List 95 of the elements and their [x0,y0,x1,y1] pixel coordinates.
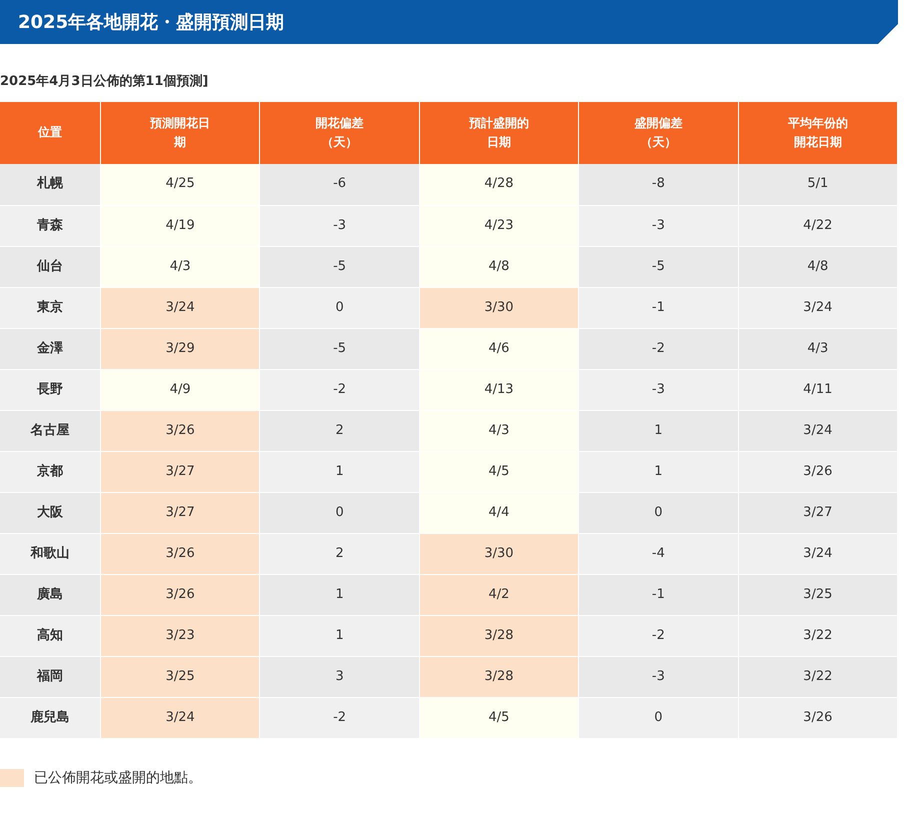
date-cell: 4/28 [419,164,579,205]
location-cell: 仙台 [0,246,100,287]
date-cell: 3/27 [100,492,260,533]
location-cell: 和歌山 [0,533,100,574]
column-header: 預測開花日期 [149,114,212,151]
page-title: 2025年各地開花・盛開預測日期 [18,11,284,34]
table-cell: 1 [260,574,420,615]
location-cell: 京都 [0,451,100,492]
date-cell: 3/27 [100,451,260,492]
table-cell: 4/8 [738,246,898,287]
table-cell: 0 [260,287,420,328]
legend-text: 已公佈開花或盛開的地點。 [34,768,202,786]
location-cell: 東京 [0,287,100,328]
date-cell: 4/9 [100,369,260,410]
table-cell: 4/3 [738,328,898,369]
table-cell: 0 [578,492,738,533]
date-cell: 4/3 [419,410,579,451]
column-header: 開花偏差（天） [314,114,365,151]
date-cell: 4/8 [419,246,579,287]
table-cell: -2 [260,697,420,738]
table-cell: 3/24 [738,410,898,451]
table-cell: 0 [578,697,738,738]
location-cell: 金澤 [0,328,100,369]
table-cell: 2 [260,533,420,574]
column-header: 位置 [38,124,62,142]
date-cell: 4/3 [100,246,260,287]
date-cell: 3/23 [100,615,260,656]
table-cell: -6 [260,164,420,205]
location-cell: 大阪 [0,492,100,533]
table-cell: 4/11 [738,369,898,410]
date-cell: 3/24 [100,697,260,738]
table-cell: 3/22 [738,615,898,656]
table-cell: 3/26 [738,697,898,738]
date-cell: 4/13 [419,369,579,410]
table-cell: -1 [578,287,738,328]
date-cell: 3/24 [100,287,260,328]
table-cell: 3/25 [738,574,898,615]
table-cell: 3 [260,656,420,697]
column-header: 預計盛開的日期 [468,114,530,151]
table-cell: 4/22 [738,205,898,246]
date-cell: 3/28 [419,656,579,697]
date-cell: 3/26 [100,410,260,451]
table-cell: 3/22 [738,656,898,697]
table-cell: -2 [578,328,738,369]
location-cell: 札幌 [0,164,100,205]
location-cell: 高知 [0,615,100,656]
location-cell: 名古屋 [0,410,100,451]
forecast-subtitle: 2025年4月3日公佈的第11個預測] [0,73,210,90]
location-cell: 廣島 [0,574,100,615]
table-cell: -3 [578,205,738,246]
table-cell: -2 [260,369,420,410]
table-cell: -3 [260,205,420,246]
location-cell: 青森 [0,205,100,246]
table-cell: 1 [578,451,738,492]
date-cell: 4/25 [100,164,260,205]
location-cell: 鹿兒島 [0,697,100,738]
table-cell: -8 [578,164,738,205]
legend-swatch [0,768,24,786]
date-cell: 3/30 [419,533,579,574]
date-cell: 4/5 [419,697,579,738]
table-cell: 3/24 [738,287,898,328]
table-cell: 1 [260,451,420,492]
corner-notch [878,24,898,44]
date-cell: 4/5 [419,451,579,492]
table-cell: -3 [578,369,738,410]
table-cell: -5 [260,246,420,287]
table-cell: 5/1 [738,164,898,205]
date-cell: 4/19 [100,205,260,246]
table-cell: 1 [260,615,420,656]
table-cell: 3/24 [738,533,898,574]
table-cell: -4 [578,533,738,574]
location-cell: 福岡 [0,656,100,697]
column-header: 平均年份的開花日期 [786,114,849,151]
date-cell: 4/4 [419,492,579,533]
date-cell: 3/28 [419,615,579,656]
date-cell: 4/6 [419,328,579,369]
table-cell: -5 [260,328,420,369]
date-cell: 3/26 [100,574,260,615]
date-cell: 3/26 [100,533,260,574]
date-cell: 4/2 [419,574,579,615]
table-cell: 0 [260,492,420,533]
table-cell: -3 [578,656,738,697]
table-cell: 1 [578,410,738,451]
column-header: 盛開偏差（天） [633,114,684,151]
date-cell: 4/23 [419,205,579,246]
table-cell: -1 [578,574,738,615]
table-cell: 3/26 [738,451,898,492]
date-cell: 3/29 [100,328,260,369]
table-cell: 3/27 [738,492,898,533]
table-cell: -5 [578,246,738,287]
date-cell: 3/30 [419,287,579,328]
location-cell: 長野 [0,369,100,410]
table-cell: 2 [260,410,420,451]
date-cell: 3/25 [100,656,260,697]
table-cell: -2 [578,615,738,656]
